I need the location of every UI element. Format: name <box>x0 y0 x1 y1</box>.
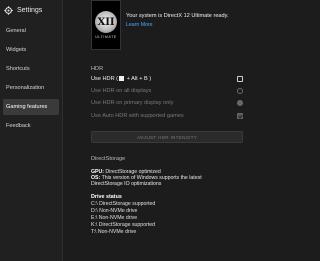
auto-hdr-label: Use Auto HDR with supported games <box>91 113 184 119</box>
sidebar-item-personalization[interactable]: Personalization <box>3 80 59 96</box>
sidebar-item-widgets[interactable]: Widgets <box>3 42 59 58</box>
main-panel: XII ULTIMATE Your system is DirectX 12 U… <box>63 0 250 261</box>
adjust-hdr-intensity-button[interactable]: ADJUST HDR INTENSITY <box>91 131 243 143</box>
directx-banner: XII ULTIMATE <box>91 0 121 50</box>
auto-hdr-row[interactable]: Use Auto HDR with supported games <box>91 110 243 122</box>
os-status-continued: DirectStorage IO optimizations <box>91 181 162 187</box>
sidebar-item-gaming-features[interactable]: Gaming features <box>3 99 59 115</box>
directx-logo-subtitle: ULTIMATE <box>95 35 117 39</box>
window-title: Settings <box>17 6 43 14</box>
auto-hdr-checkbox[interactable] <box>237 113 243 119</box>
hdr-primary-only-label: Use HDR on primary display only <box>91 100 174 106</box>
sidebar: Settings General Widgets Shortcuts Perso… <box>0 0 63 261</box>
drive-status-item: D:\ Non-NVMe drive <box>91 208 138 214</box>
sidebar-nav: General Widgets Shortcuts Personalizatio… <box>0 23 62 134</box>
dx12-ready-text: Your system is DirectX 12 Ultimate ready… <box>126 13 229 19</box>
directstorage-section-title: DirectStorage <box>91 156 126 162</box>
drive-status-item: E:\ Non-NVMe drive <box>91 215 138 221</box>
title-bar: Settings <box>0 0 62 20</box>
hdr-all-displays-row[interactable]: Use HDR on all displays <box>91 85 243 97</box>
directx-logo: XII <box>95 11 117 33</box>
use-hdr-label: Use HDR ( + Alt + B ) <box>91 76 152 82</box>
drive-status-title: Drive status <box>91 194 122 200</box>
gear-icon <box>4 5 13 15</box>
drive-status-item: T:\ Non-NVMe drive <box>91 229 137 235</box>
hdr-all-displays-radio[interactable] <box>237 88 243 94</box>
hdr-all-displays-label: Use HDR on all displays <box>91 88 152 94</box>
hdr-section-title: HDR <box>91 66 104 72</box>
drive-status-item: C:\ DirectStorage supported <box>91 201 156 207</box>
hdr-primary-only-radio[interactable] <box>237 100 243 106</box>
windows-key-icon <box>119 76 125 82</box>
learn-more-link[interactable]: Learn More <box>126 22 153 28</box>
hdr-primary-only-row[interactable]: Use HDR on primary display only <box>91 97 243 109</box>
sidebar-item-general[interactable]: General <box>3 23 59 39</box>
drive-status-item: K:\ DirectStorage supported <box>91 222 156 228</box>
use-hdr-checkbox[interactable] <box>237 76 243 82</box>
use-hdr-row[interactable]: Use HDR ( + Alt + B ) <box>91 73 243 85</box>
sidebar-item-feedback[interactable]: Feedback <box>3 118 59 134</box>
sidebar-item-shortcuts[interactable]: Shortcuts <box>3 61 59 77</box>
